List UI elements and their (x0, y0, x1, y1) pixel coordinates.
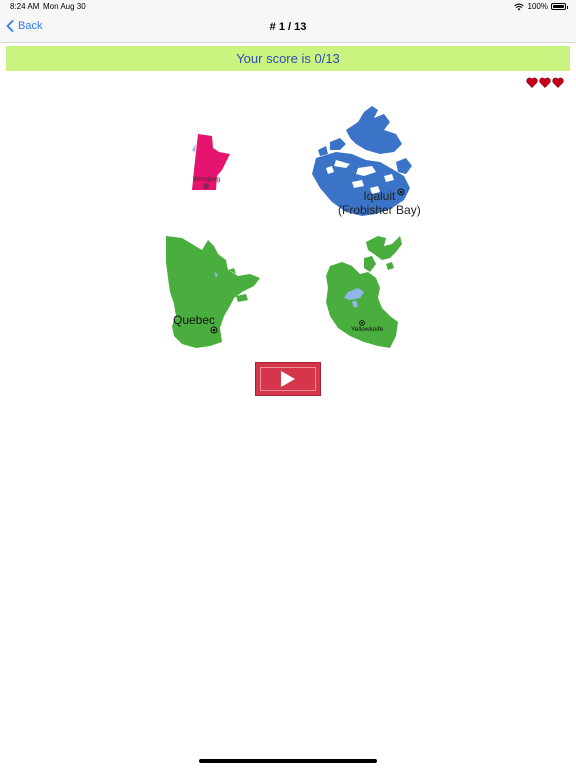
capital-label-quebec: Quebec (173, 313, 216, 327)
home-indicator (199, 759, 377, 763)
capital-label-iqaluit: Iqaluit (Frobisher Bay) (338, 189, 421, 217)
heart-icon (552, 77, 564, 88)
map-choice-manitoba[interactable]: Winnipeg (186, 130, 238, 194)
battery-icon (551, 3, 568, 10)
page-title: # 1 / 13 (269, 21, 307, 33)
play-button[interactable] (255, 362, 321, 396)
status-bar: 8:24 AM Mon Aug 30 100% (0, 0, 576, 14)
heart-icon (539, 77, 551, 88)
status-date: Mon Aug 30 (43, 2, 86, 11)
score-banner: Your score is 0/13 (6, 46, 570, 71)
capital-label-winnipeg: Winnipeg (193, 176, 221, 183)
status-indicators: 100% (513, 2, 568, 11)
quebec-map (166, 236, 260, 348)
wifi-icon (513, 3, 524, 10)
lives-indicator (525, 77, 564, 88)
heart-icon (526, 77, 538, 88)
battery-percent: 100% (527, 2, 548, 11)
status-time: 8:24 AM (10, 2, 40, 11)
map-choice-nunavut[interactable]: Iqaluit (Frobisher Bay) (306, 104, 430, 220)
capital-label-yellowknife: Yellowknife (351, 326, 384, 333)
navigation-bar: Back # 1 / 13 (0, 14, 576, 43)
map-choice-northwest-territories[interactable]: Yellowknife (320, 232, 402, 350)
play-icon (281, 371, 295, 387)
map-choice-quebec[interactable]: Quebec (162, 232, 262, 350)
manitoba-map (192, 134, 230, 190)
